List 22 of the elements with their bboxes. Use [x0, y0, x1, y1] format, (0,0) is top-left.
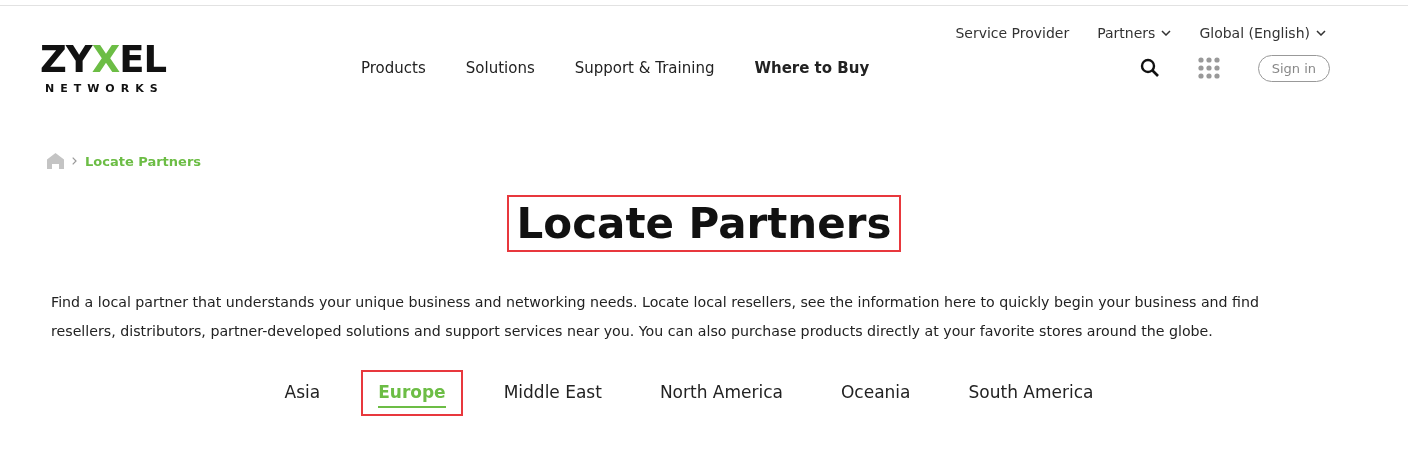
chevron-icon	[1161, 30, 1172, 36]
search-icon[interactable]	[1139, 58, 1160, 78]
nav-link[interactable]: Solutions	[465, 59, 535, 77]
logo[interactable]: ZYXEL NETWORKS	[40, 38, 172, 98]
apps-grid-icon[interactable]	[1197, 57, 1220, 79]
intro-paragraph: Find a local partner that understands your unique business and networking needs. Locate local resellers, see the information here to quickly begin your business and find resellers, distributors, partner-developed solutions and support services near you. You can also purchase products directly at your favorite stores around the globe.	[51, 293, 1261, 341]
region-tab[interactable]: Middle East	[486, 370, 619, 416]
region-tab[interactable]: Oceania	[824, 370, 928, 416]
region-tab[interactable]: North America	[642, 370, 800, 416]
utility-link[interactable]: Service Provider	[955, 20, 1070, 46]
sign-in-button[interactable]: Sign in	[1257, 54, 1330, 82]
nav-link[interactable]: Products	[361, 59, 426, 77]
chevron-icon	[1316, 30, 1326, 36]
page-title: Locate Partners	[506, 195, 902, 252]
region-tab[interactable]: Asia	[267, 370, 338, 416]
region-tab[interactable]: South America	[951, 370, 1111, 416]
utility-link[interactable]: Global (English)	[1199, 20, 1326, 46]
nav-link[interactable]: Where to Buy	[754, 59, 870, 77]
nav-link[interactable]: Support & Training	[574, 59, 715, 77]
utility-link[interactable]: Partners	[1097, 20, 1172, 46]
home-icon[interactable]	[47, 153, 64, 169]
chevron-right-icon	[72, 157, 77, 165]
